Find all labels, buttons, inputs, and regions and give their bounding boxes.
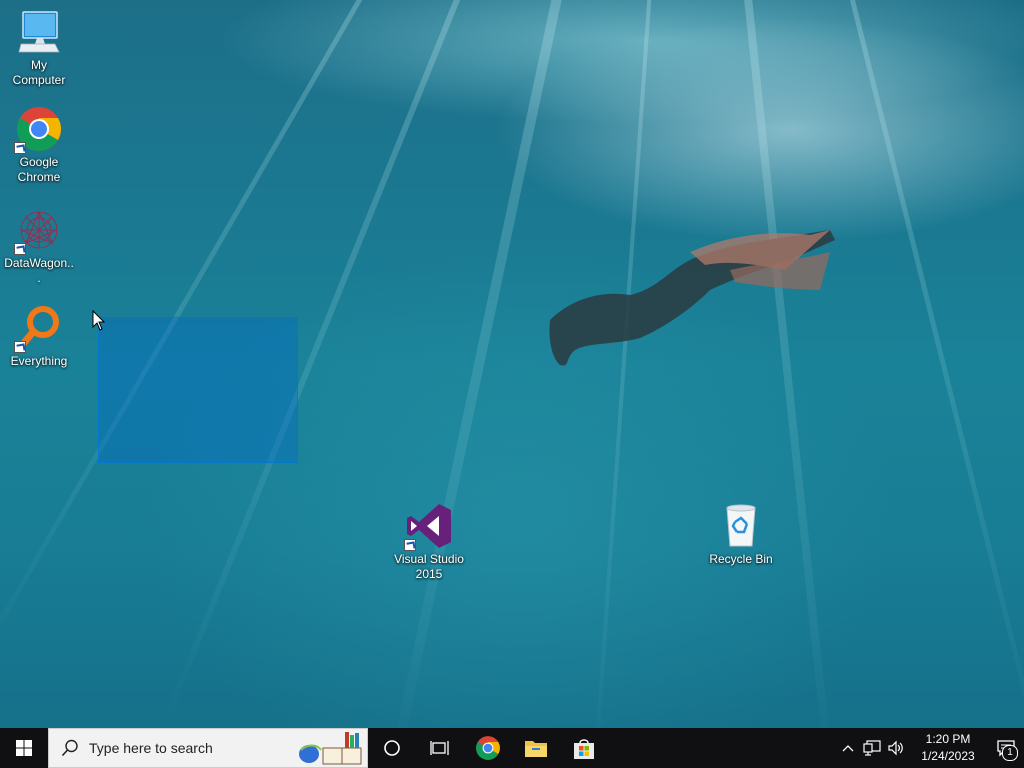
datawagon-icon: [14, 206, 63, 255]
shortcut-arrow-icon: [404, 539, 416, 551]
desktop-icon-visual-studio[interactable]: Visual Studio 2015: [391, 502, 467, 582]
search-icon: [61, 739, 78, 757]
file-explorer-icon: [525, 741, 547, 757]
visual-studio-icon: [404, 502, 453, 551]
desktop-icon-everything[interactable]: Everything: [1, 304, 77, 369]
speaker-icon: [888, 740, 903, 756]
clock-time: 1:20 PM: [925, 732, 971, 746]
desktop[interactable]: My Computer Google Chrome DataWagon... E…: [0, 0, 1024, 728]
desktop-icon-label: My Computer: [12, 58, 66, 87]
taskbar-chrome-button[interactable]: [464, 728, 512, 768]
chevron-up-icon: [842, 745, 854, 752]
taskbar: Type here to search 1:20 PM 1/24/2023 1: [0, 728, 1024, 768]
shortcut-arrow-icon: [14, 341, 26, 353]
windows-logo-icon: [16, 740, 32, 756]
action-center-button[interactable]: 1: [988, 728, 1024, 768]
network-button[interactable]: [860, 728, 884, 768]
desktop-icon-label: DataWagon...: [4, 256, 74, 285]
notification-count-badge: 1: [1002, 745, 1018, 761]
search-placeholder: Type here to search: [89, 740, 213, 756]
show-hidden-icons-button[interactable]: [836, 728, 860, 768]
magnifier-icon: [14, 304, 63, 353]
clock[interactable]: 1:20 PM 1/24/2023: [908, 731, 988, 765]
mouse-pointer-icon: [92, 310, 106, 331]
desktop-icon-google-chrome[interactable]: Google Chrome: [1, 105, 77, 185]
monitor-icon: [15, 8, 63, 56]
light-ray: [840, 0, 1024, 728]
start-button[interactable]: [0, 728, 48, 768]
task-view-button[interactable]: [416, 728, 464, 768]
diver-silhouette: [549, 230, 835, 366]
clock-date: 1/24/2023: [921, 749, 975, 763]
desktop-icon-label: Everything: [10, 354, 68, 368]
microsoft-store-icon: [574, 739, 594, 759]
network-icon: [863, 740, 881, 756]
search-highlight-illustration-icon: [299, 732, 362, 765]
volume-button[interactable]: [884, 728, 908, 768]
system-tray: 1:20 PM 1/24/2023 1: [836, 728, 1024, 768]
desktop-icon-label: Google Chrome: [17, 155, 61, 184]
chrome-icon: [476, 736, 500, 760]
desktop-icon-my-computer[interactable]: My Computer: [1, 8, 77, 88]
cortana-icon: [384, 740, 400, 756]
taskbar-microsoft-store-button[interactable]: [560, 728, 608, 768]
task-view-icon: [430, 741, 449, 755]
recycle-bin-icon: [717, 502, 765, 550]
drag-selection-rectangle: [98, 317, 298, 463]
search-input[interactable]: Type here to search: [48, 728, 368, 768]
desktop-icon-label: Visual Studio 2015: [394, 552, 464, 581]
shortcut-arrow-icon: [14, 142, 26, 154]
cortana-button[interactable]: [368, 728, 416, 768]
taskbar-file-explorer-button[interactable]: [512, 728, 560, 768]
desktop-icon-label: Recycle Bin: [709, 552, 773, 566]
desktop-icon-datawagon[interactable]: DataWagon...: [1, 206, 77, 286]
desktop-icon-recycle-bin[interactable]: Recycle Bin: [703, 502, 779, 567]
chrome-icon: [14, 105, 63, 154]
shortcut-arrow-icon: [14, 243, 26, 255]
